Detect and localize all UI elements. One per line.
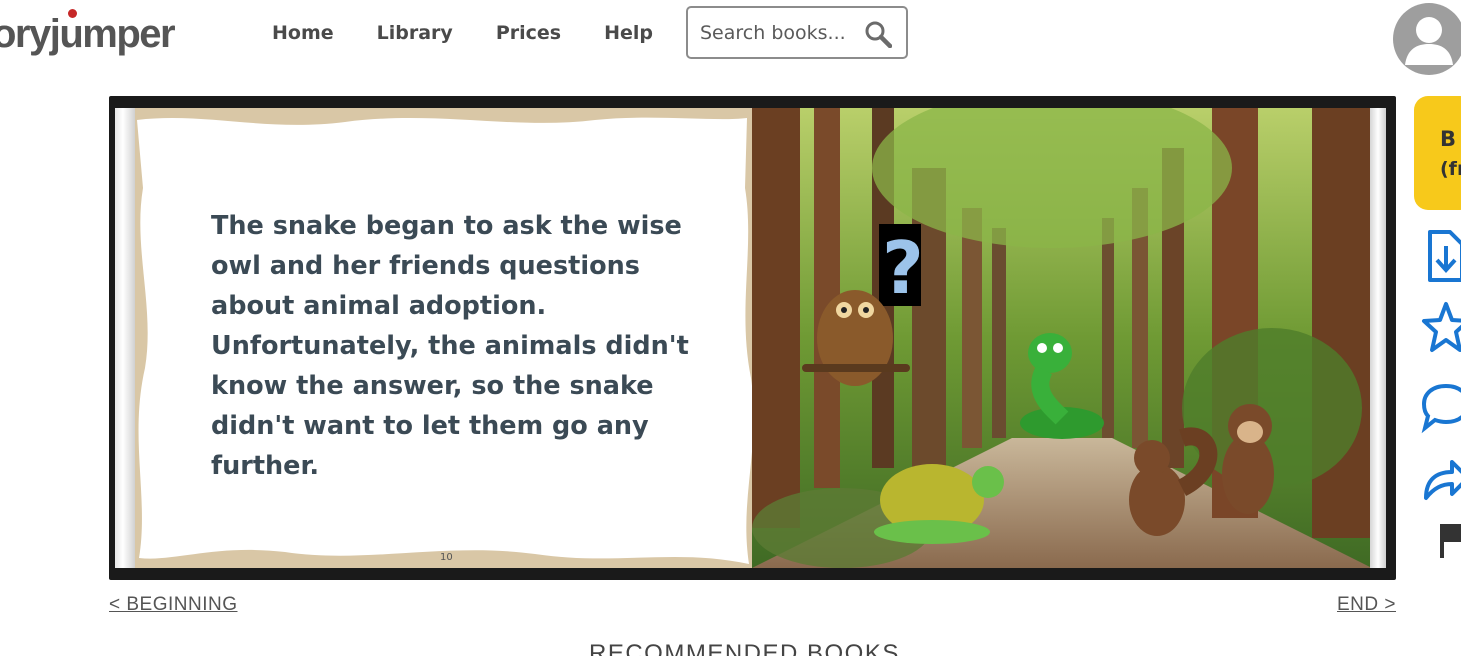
nav-library-link[interactable]: Library (377, 20, 453, 46)
search-input[interactable] (700, 21, 860, 44)
share-icon[interactable] (1420, 452, 1461, 508)
read-button-sublabel: (fr (1440, 158, 1461, 180)
book-page-right[interactable]: ? (752, 108, 1372, 568)
user-avatar[interactable] (1393, 3, 1461, 75)
read-book-button[interactable]: B (fr (1414, 96, 1461, 210)
search-box (686, 6, 908, 59)
book-viewer: The snake began to ask the wise owl and … (109, 96, 1396, 580)
star-icon[interactable] (1420, 300, 1461, 356)
nav-home-link[interactable]: Home (272, 20, 334, 46)
user-icon (1405, 17, 1453, 65)
read-button-label: B (1440, 127, 1457, 151)
beginning-link[interactable]: < BEGINNING (109, 594, 238, 616)
svg-text:?: ? (882, 226, 924, 310)
book-page-left[interactable]: The snake began to ask the wise owl and … (115, 108, 752, 568)
end-link[interactable]: END > (1337, 594, 1396, 616)
recommended-books-heading: RECOMMENDED BOOKS (589, 640, 900, 656)
download-icon[interactable] (1420, 228, 1461, 284)
logo-text: oryjumper (0, 12, 176, 56)
nav-prices-link[interactable]: Prices (496, 20, 561, 46)
logo-dot (68, 9, 77, 18)
forest-illustration: ? (752, 108, 1372, 568)
main-nav: Home Library Prices Help (272, 20, 696, 46)
page-right-edge (1370, 108, 1386, 568)
report-flag-icon[interactable] (1420, 518, 1461, 574)
nav-help-link[interactable]: Help (604, 20, 653, 46)
site-logo[interactable]: oryjumper (0, 6, 176, 62)
search-icon[interactable] (864, 20, 892, 48)
page-story-text: The snake began to ask the wise owl and … (211, 211, 689, 481)
page-number: 10 (440, 552, 453, 563)
comment-icon[interactable] (1420, 378, 1461, 434)
